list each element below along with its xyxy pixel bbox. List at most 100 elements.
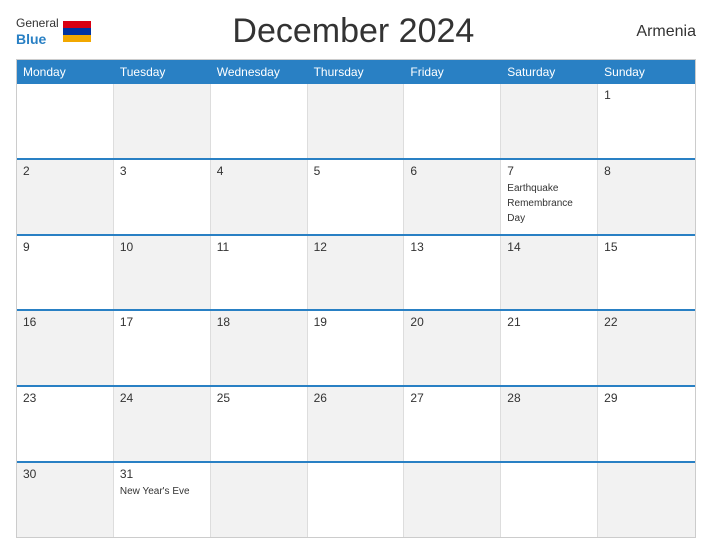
day-cell bbox=[404, 84, 501, 158]
day-cell bbox=[501, 463, 598, 537]
day-number: 28 bbox=[507, 391, 591, 405]
day-headers: Monday Tuesday Wednesday Thursday Friday… bbox=[17, 60, 695, 84]
day-number: 31 bbox=[120, 467, 204, 481]
day-number: 27 bbox=[410, 391, 494, 405]
event-text: New Year's Eve bbox=[120, 486, 190, 497]
day-cell: 1 bbox=[598, 84, 695, 158]
header-monday: Monday bbox=[17, 60, 114, 84]
day-cell: 4 bbox=[211, 160, 308, 234]
day-cell: 9 bbox=[17, 236, 114, 310]
day-number: 23 bbox=[23, 391, 107, 405]
day-cell: 26 bbox=[308, 387, 405, 461]
day-number: 2 bbox=[23, 164, 107, 178]
day-number: 29 bbox=[604, 391, 689, 405]
day-cell: 5 bbox=[308, 160, 405, 234]
day-cell: 29 bbox=[598, 387, 695, 461]
day-cell: 2 bbox=[17, 160, 114, 234]
day-cell: 30 bbox=[17, 463, 114, 537]
day-cell bbox=[211, 463, 308, 537]
day-cell: 14 bbox=[501, 236, 598, 310]
day-number: 30 bbox=[23, 467, 107, 481]
week-row-2: 234567 Earthquake Remembrance Day 8 bbox=[17, 158, 695, 234]
logo-flag bbox=[63, 21, 91, 41]
day-number: 19 bbox=[314, 315, 398, 329]
day-number: 8 bbox=[604, 164, 689, 178]
day-cell: 18 bbox=[211, 311, 308, 385]
logo-blue: Blue bbox=[16, 31, 46, 47]
header-wednesday: Wednesday bbox=[211, 60, 308, 84]
day-number: 9 bbox=[23, 240, 107, 254]
day-cell bbox=[17, 84, 114, 158]
day-cell bbox=[211, 84, 308, 158]
day-cell: 11 bbox=[211, 236, 308, 310]
day-cell: 7 Earthquake Remembrance Day bbox=[501, 160, 598, 234]
day-cell: 12 bbox=[308, 236, 405, 310]
week-row-5: 23 24 25 26 27 28 29 bbox=[17, 385, 695, 461]
day-number: 1 bbox=[604, 88, 689, 102]
day-number: 5 bbox=[314, 164, 398, 178]
header-saturday: Saturday bbox=[501, 60, 598, 84]
day-cell: 8 bbox=[598, 160, 695, 234]
page: General Blue December 2024 Armenia Monda… bbox=[0, 0, 712, 550]
day-number: 16 bbox=[23, 315, 107, 329]
day-cell bbox=[404, 463, 501, 537]
day-cell: 25 bbox=[211, 387, 308, 461]
week-row-6: 30 31 New Year's Eve bbox=[17, 461, 695, 537]
day-number: 14 bbox=[507, 240, 591, 254]
week-row-1: 1 bbox=[17, 84, 695, 158]
country-label: Armenia bbox=[616, 23, 696, 41]
day-number: 13 bbox=[410, 240, 494, 254]
day-cell: 21 bbox=[501, 311, 598, 385]
day-number: 10 bbox=[120, 240, 204, 254]
day-cell bbox=[598, 463, 695, 537]
day-number: 26 bbox=[314, 391, 398, 405]
day-cell bbox=[308, 463, 405, 537]
event-text: Earthquake Remembrance Day bbox=[507, 183, 573, 224]
day-cell: 22 bbox=[598, 311, 695, 385]
header: General Blue December 2024 Armenia bbox=[16, 12, 696, 51]
day-cell: 24 bbox=[114, 387, 211, 461]
day-cell bbox=[501, 84, 598, 158]
day-number: 18 bbox=[217, 315, 301, 329]
day-cell: 31 New Year's Eve bbox=[114, 463, 211, 537]
day-number: 12 bbox=[314, 240, 398, 254]
day-number: 3 bbox=[120, 164, 204, 178]
day-number: 20 bbox=[410, 315, 494, 329]
week-row-4: 16 17 18 19 20 21 22 bbox=[17, 309, 695, 385]
logo-general: General bbox=[16, 16, 59, 30]
flag-stripe-red bbox=[63, 21, 91, 28]
day-cell: 23 bbox=[17, 387, 114, 461]
day-cell bbox=[114, 84, 211, 158]
logo-text: General Blue bbox=[16, 15, 59, 47]
day-cell: 3 bbox=[114, 160, 211, 234]
day-cell bbox=[308, 84, 405, 158]
day-number: 15 bbox=[604, 240, 689, 254]
header-tuesday: Tuesday bbox=[114, 60, 211, 84]
day-number: 24 bbox=[120, 391, 204, 405]
day-cell: 13 bbox=[404, 236, 501, 310]
header-friday: Friday bbox=[404, 60, 501, 84]
flag-stripe-blue bbox=[63, 28, 91, 35]
day-cell: 15 bbox=[598, 236, 695, 310]
day-number: 11 bbox=[217, 240, 301, 254]
day-cell: 6 bbox=[404, 160, 501, 234]
day-cell: 19 bbox=[308, 311, 405, 385]
day-cell: 16 bbox=[17, 311, 114, 385]
day-number: 17 bbox=[120, 315, 204, 329]
day-number: 21 bbox=[507, 315, 591, 329]
calendar: Monday Tuesday Wednesday Thursday Friday… bbox=[16, 59, 696, 538]
day-cell: 10 bbox=[114, 236, 211, 310]
weeks-container: 1234567Earthquake Remembrance Day8910111… bbox=[17, 84, 695, 537]
day-number: 7 bbox=[507, 164, 591, 178]
day-number: 4 bbox=[217, 164, 301, 178]
logo: General Blue bbox=[16, 15, 91, 47]
header-sunday: Sunday bbox=[598, 60, 695, 84]
day-number: 25 bbox=[217, 391, 301, 405]
day-number: 6 bbox=[410, 164, 494, 178]
day-cell: 27 bbox=[404, 387, 501, 461]
day-number: 22 bbox=[604, 315, 689, 329]
week-row-3: 9 10 11 12 13 14 15 bbox=[17, 234, 695, 310]
day-cell: 20 bbox=[404, 311, 501, 385]
month-title: December 2024 bbox=[91, 12, 616, 51]
header-thursday: Thursday bbox=[308, 60, 405, 84]
